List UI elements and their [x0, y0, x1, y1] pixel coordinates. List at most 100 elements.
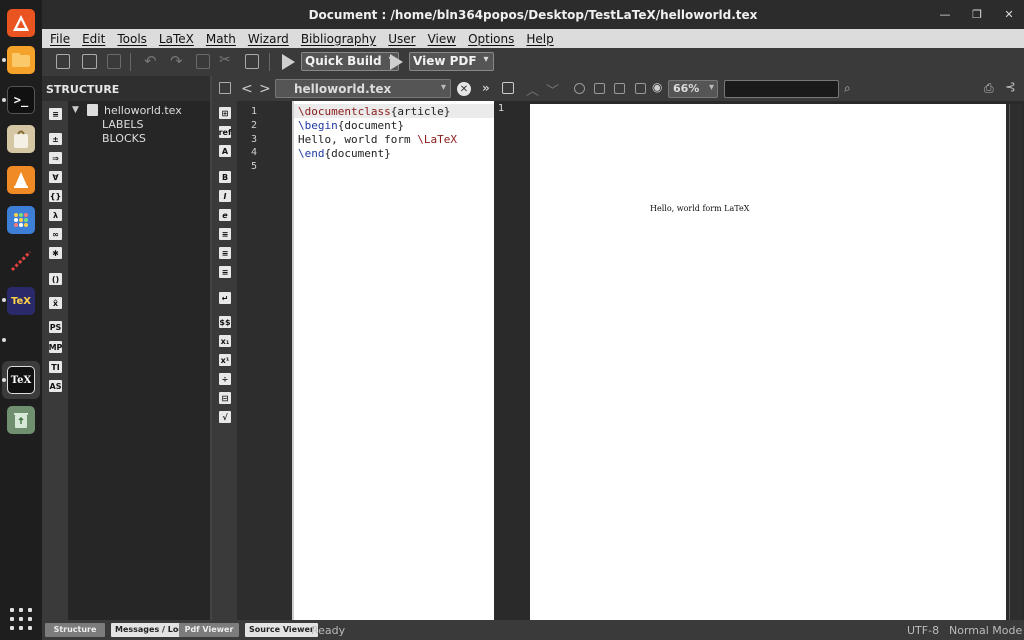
pdf-page[interactable]: Hello, world form LaTeX	[530, 104, 1006, 620]
view-pdf-button[interactable]: View PDF	[409, 52, 494, 71]
tree-item-labels[interactable]: LABELS	[102, 118, 144, 131]
float-icon[interactable]	[219, 82, 231, 94]
tree-item-file[interactable]: helloworld.tex	[104, 104, 182, 117]
menu-options[interactable]: Options	[468, 32, 514, 46]
new-file-icon[interactable]	[56, 54, 70, 69]
software-store-icon[interactable]	[7, 125, 35, 153]
menu-bibliography[interactable]: Bibliography	[301, 32, 376, 46]
texstudio-icon[interactable]: TeX	[7, 366, 35, 394]
encoding-indicator[interactable]: UTF-8	[907, 624, 939, 637]
search-icon[interactable]: ⌕	[844, 81, 851, 96]
pdf-scrollbar[interactable]	[1009, 104, 1022, 620]
greek-letters-icon[interactable]: λ	[49, 209, 62, 221]
accents-icon[interactable]: x̂	[49, 297, 62, 309]
subscript-icon[interactable]: x₁	[219, 335, 231, 347]
zoom-out-icon[interactable]	[635, 83, 646, 94]
relation-symbols-icon[interactable]: ±	[49, 133, 62, 145]
draw-tool-icon[interactable]	[7, 247, 35, 275]
redo-icon[interactable]: ↷	[170, 52, 183, 70]
back-arrow-icon[interactable]: <	[241, 81, 253, 97]
bold-icon[interactable]: B	[219, 171, 231, 183]
emphasis-icon[interactable]: e	[219, 209, 231, 221]
tree-item-blocks[interactable]: BLOCKS	[102, 132, 146, 145]
align-left-icon[interactable]: ≡	[219, 228, 231, 240]
menu-view[interactable]: View	[428, 32, 456, 46]
arrow-symbols-icon[interactable]: ⇒	[49, 152, 62, 164]
undo-icon[interactable]: ↶	[144, 52, 157, 70]
vlc-icon[interactable]	[7, 166, 35, 194]
quick-build-play-icon[interactable]	[282, 54, 295, 70]
zoom-in-icon[interactable]	[614, 83, 625, 94]
parentheses-icon[interactable]: ()	[49, 273, 62, 285]
font-size-icon[interactable]: A	[219, 145, 231, 157]
italic-icon[interactable]: I	[219, 190, 231, 202]
zoom-level-selector[interactable]: 66%	[668, 80, 718, 98]
infinity-symbols-icon[interactable]: ∞	[49, 228, 62, 240]
insert-ref-icon[interactable]: ref	[219, 126, 231, 138]
metapost-icon[interactable]: MP	[49, 341, 62, 353]
open-file-selector[interactable]: helloworld.tex	[275, 79, 451, 98]
terminal-icon[interactable]: >_	[7, 86, 35, 114]
menu-tools[interactable]: Tools	[117, 32, 147, 46]
editor-mode-indicator[interactable]: Normal Mode	[949, 624, 1022, 637]
save-icon[interactable]	[107, 54, 121, 69]
print-icon[interactable]: ⎙	[984, 81, 994, 96]
view-pdf-play-icon[interactable]	[390, 54, 403, 70]
app-grid-launcher-icon[interactable]	[7, 206, 35, 234]
window-titlebar[interactable]: Document : /home/bln364popos/Desktop/Tes…	[42, 0, 1024, 29]
dock-launcher-icon[interactable]	[7, 9, 35, 37]
show-applications-icon[interactable]	[10, 608, 32, 630]
files-icon[interactable]	[7, 46, 35, 74]
source-viewer-button[interactable]: Source Viewer	[245, 623, 318, 637]
structure-toggle-button[interactable]: Structure	[45, 623, 105, 637]
quick-build-button[interactable]: Quick Build	[301, 52, 399, 71]
fit-page-icon[interactable]	[594, 83, 605, 94]
menu-file[interactable]: File	[50, 32, 70, 46]
structure-list-icon[interactable]: ≡	[49, 108, 62, 120]
minimize-icon[interactable]: —	[938, 7, 952, 21]
tree-expand-icon[interactable]: ▼	[72, 105, 79, 115]
asymptote-icon[interactable]: AS	[49, 380, 62, 392]
copy-icon[interactable]	[196, 54, 210, 69]
pdf-structure-icon[interactable]	[502, 82, 514, 94]
code-editor[interactable]: \documentclass{article} \begin{document}…	[292, 101, 494, 620]
menu-wizard[interactable]: Wizard	[248, 32, 289, 46]
pdf-search-input[interactable]	[724, 80, 839, 98]
previous-page-icon[interactable]: ︿	[526, 80, 539, 99]
delimiters-icon[interactable]: {}	[49, 190, 62, 202]
menu-help[interactable]: Help	[526, 32, 553, 46]
more-chevron-icon[interactable]: »	[482, 81, 490, 95]
forward-arrow-icon[interactable]: >	[259, 81, 271, 97]
new-line-icon[interactable]: ↵	[219, 292, 231, 304]
menu-edit[interactable]: Edit	[82, 32, 105, 46]
paste-icon[interactable]	[245, 54, 259, 69]
fraction-icon[interactable]: ÷	[219, 373, 231, 385]
cut-icon[interactable]: ✂	[219, 52, 231, 68]
menu-math[interactable]: Math	[206, 32, 236, 46]
operators-icon[interactable]: ✱	[49, 247, 62, 259]
insert-label-icon[interactable]: ⊞	[219, 107, 231, 119]
menu-user[interactable]: User	[388, 32, 415, 46]
fit-width-icon[interactable]	[574, 83, 585, 94]
next-page-icon[interactable]: ﹀	[546, 80, 559, 99]
align-center-icon[interactable]: ≡	[219, 247, 231, 259]
tikz-icon[interactable]: TI	[49, 361, 62, 373]
dfrac-icon[interactable]: ⊟	[219, 392, 231, 404]
menu-latex[interactable]: LaTeX	[159, 32, 194, 46]
sync-icon[interactable]: ⊰	[1005, 80, 1016, 95]
pstricks-icon[interactable]: PS	[49, 321, 62, 333]
pdf-viewer-toggle-button[interactable]: Pdf Viewer	[179, 623, 239, 637]
trash-icon[interactable]	[7, 406, 35, 434]
close-document-icon[interactable]: ✕	[457, 82, 471, 96]
sqrt-icon[interactable]: √	[219, 411, 231, 423]
superscript-icon[interactable]: x¹	[219, 354, 231, 366]
align-right-icon[interactable]: ≡	[219, 266, 231, 278]
misc-symbols-icon[interactable]: ∀	[49, 171, 62, 183]
open-file-icon[interactable]	[82, 54, 97, 69]
inline-math-icon[interactable]: $$	[219, 316, 231, 328]
close-icon[interactable]: ✕	[1002, 7, 1016, 21]
magnifier-eye-icon[interactable]: ◉	[652, 80, 662, 94]
restore-icon[interactable]: ❐	[970, 7, 984, 21]
messages-log-button[interactable]: Messages / Log	[111, 623, 189, 637]
texmaker-icon[interactable]: TeX	[7, 287, 35, 315]
